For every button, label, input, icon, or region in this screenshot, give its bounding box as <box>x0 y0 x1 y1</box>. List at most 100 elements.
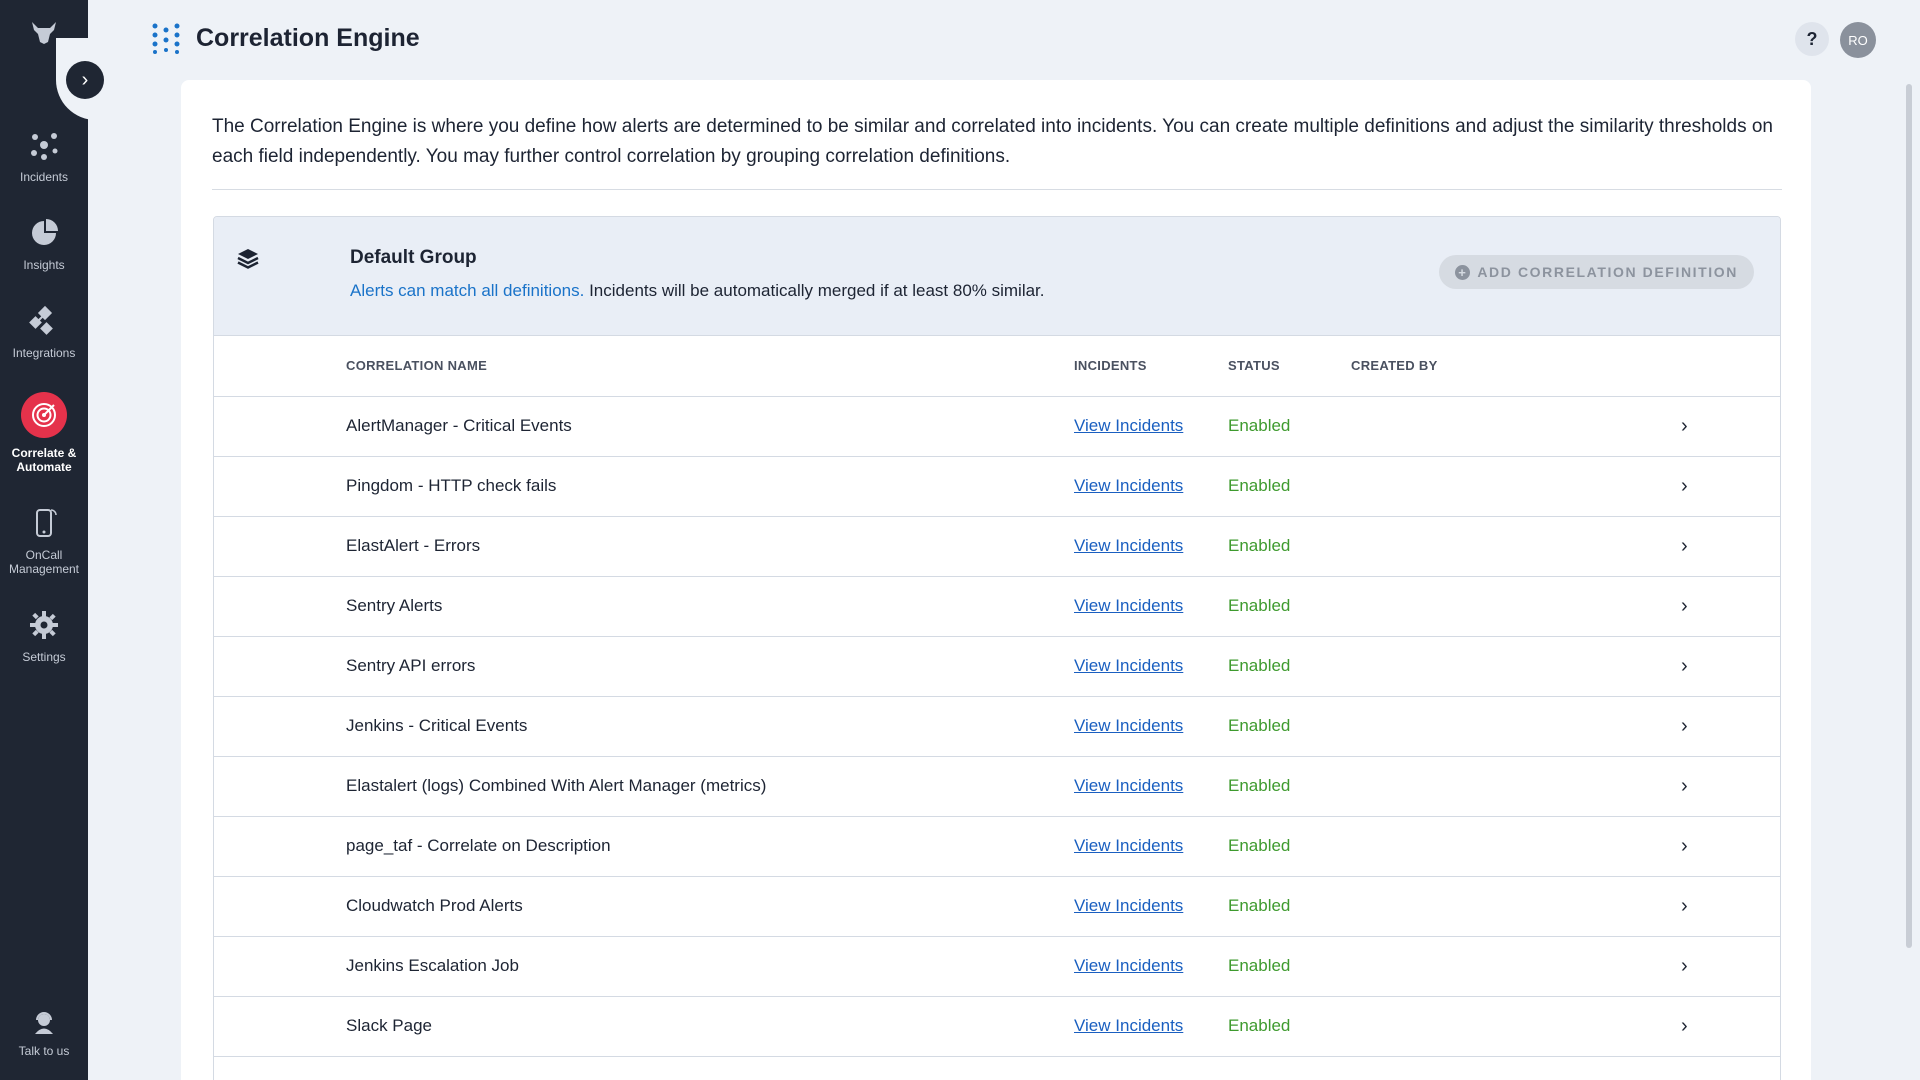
chevron-right-icon[interactable]: › <box>1681 475 1688 497</box>
avatar[interactable]: RO <box>1840 22 1876 58</box>
chevron-right-icon[interactable]: › <box>1681 955 1688 977</box>
table-header-row: CORRELATION NAME INCIDENTS STATUS CREATE… <box>214 336 1780 397</box>
add-button-label: ADD CORRELATION DEFINITION <box>1477 264 1738 280</box>
add-correlation-definition-button[interactable]: + ADD CORRELATION DEFINITION <box>1439 255 1754 289</box>
view-incidents-link[interactable]: View Incidents <box>1074 536 1183 555</box>
table-row[interactable]: Slack Page View Incidents Enabled › <box>214 996 1780 1057</box>
correlation-name: ElastAlert - Errors <box>214 516 1074 577</box>
integrations-icon <box>27 304 61 338</box>
chevron-right-icon[interactable]: › <box>1681 535 1688 557</box>
view-incidents-link[interactable]: View Incidents <box>1074 596 1183 615</box>
correlation-name: page_taf - Correlate on Description <box>214 816 1074 877</box>
sidebar-item-settings[interactable]: Settings <box>0 608 88 664</box>
correlation-group: Default Group Alerts can match all defin… <box>213 216 1781 1080</box>
table-row[interactable]: page_taf - Correlate on Description View … <box>214 816 1780 877</box>
table-row[interactable]: Jenkins - Critical Events View Incidents E… <box>214 696 1780 757</box>
chevron-right-icon[interactable]: › <box>1681 715 1688 737</box>
status-text: Enabled <box>1228 996 1351 1057</box>
correlation-name: Jenkins - Critical Events <box>214 696 1074 757</box>
created-by <box>1351 696 1681 757</box>
view-incidents-link[interactable]: View Incidents <box>1074 956 1183 975</box>
table-row[interactable]: Pingdom - HTTP check fails View Incidents… <box>214 456 1780 517</box>
sidebar-item-oncall[interactable]: OnCall Management <box>0 506 88 576</box>
chevron-right-icon[interactable]: › <box>1681 835 1688 857</box>
sidebar-nav: Incidents Insights Integrations Correlat… <box>0 128 88 696</box>
correlation-name: Slack Page <box>214 996 1074 1057</box>
scrollbar[interactable] <box>1906 84 1912 948</box>
group-description: Alerts can match all definitions. Incide… <box>350 281 1045 301</box>
sidebar-item-label: Insights <box>23 258 65 272</box>
pie-chart-icon <box>27 216 61 250</box>
status-text: Enabled <box>1228 516 1351 577</box>
group-title: Default Group <box>350 247 477 268</box>
table-row[interactable]: Jenkins Escalation Job View Incidents Enab… <box>214 936 1780 997</box>
sidebar-item-label: Settings <box>22 650 66 664</box>
incidents-icon <box>27 128 61 162</box>
table-row[interactable]: AlertManager - Critical Events View Incid… <box>214 396 1780 457</box>
view-incidents-link[interactable]: View Incidents <box>1074 776 1183 795</box>
chevron-right-icon[interactable]: › <box>1681 655 1688 677</box>
sidebar-item-label: Correlate & Automate <box>11 446 77 474</box>
status-text: Enabled <box>1228 636 1351 697</box>
view-incidents-link[interactable]: View Incidents <box>1074 716 1183 735</box>
table-row[interactable]: Elastalert (logs) Combined With Alert Ma… <box>214 756 1780 817</box>
expand-sidebar-button[interactable]: › <box>66 61 104 99</box>
correlation-name: Sentry API errors <box>214 636 1074 697</box>
phone-icon <box>27 506 61 540</box>
created-by <box>1351 816 1681 877</box>
layers-icon <box>237 249 259 269</box>
column-header-name[interactable]: CORRELATION NAME <box>214 336 1074 397</box>
chevron-right-icon[interactable]: › <box>1681 415 1688 437</box>
view-incidents-link[interactable]: View Incidents <box>1074 1016 1183 1035</box>
table-row[interactable]: ElastAlert - Errors View Incidents Enabled… <box>214 516 1780 577</box>
correlation-name: Cloudwatch Prod Alerts <box>214 876 1074 937</box>
status-text: Enabled <box>1228 456 1351 517</box>
view-incidents-link[interactable]: View Incidents <box>1074 656 1183 675</box>
correlation-engine-icon <box>152 23 180 54</box>
correlation-name: Sentry Alerts <box>214 576 1074 637</box>
plus-circle-icon: + <box>1455 264 1471 280</box>
created-by <box>1351 996 1681 1057</box>
status-text: Enabled <box>1228 876 1351 937</box>
chevron-right-icon: › <box>81 68 89 91</box>
view-incidents-link[interactable]: View Incidents <box>1074 476 1183 495</box>
table-body: AlertManager - Critical Events View Incid… <box>214 396 1780 1057</box>
view-incidents-link[interactable]: View Incidents <box>1074 416 1183 435</box>
main-card: The Correlation Engine is where you defi… <box>181 80 1811 1080</box>
created-by <box>1351 876 1681 937</box>
status-text: Enabled <box>1228 696 1351 757</box>
created-by <box>1351 456 1681 517</box>
correlation-name: Jenkins Escalation Job <box>214 936 1074 997</box>
sidebar-item-label: Incidents <box>19 170 69 184</box>
intro-text: The Correlation Engine is where you defi… <box>212 116 1773 167</box>
page-title: Correlation Engine <box>196 23 420 52</box>
talk-to-us[interactable]: Talk to us <box>0 1010 88 1058</box>
table-row[interactable]: Cloudwatch Prod Alerts View Incidents Enab… <box>214 876 1780 937</box>
chevron-right-icon[interactable]: › <box>1681 1015 1688 1037</box>
view-incidents-link[interactable]: View Incidents <box>1074 896 1183 915</box>
status-text: Enabled <box>1228 936 1351 997</box>
view-incidents-link[interactable]: View Incidents <box>1074 836 1183 855</box>
column-header-status[interactable]: STATUS <box>1228 336 1351 397</box>
table-row[interactable]: Sentry API errors View Incidents Enabled › <box>214 636 1780 697</box>
status-text: Enabled <box>1228 576 1351 637</box>
column-header-actions <box>1681 336 1780 397</box>
chevron-right-icon[interactable]: › <box>1681 895 1688 917</box>
sidebar-item-integrations[interactable]: Integrations <box>0 304 88 360</box>
status-text: Enabled <box>1228 756 1351 817</box>
help-button[interactable]: ? <box>1795 22 1829 56</box>
sidebar-item-incidents[interactable]: Incidents <box>0 128 88 184</box>
column-header-incidents[interactable]: INCIDENTS <box>1074 336 1228 397</box>
correlation-name: AlertManager - Critical Events <box>214 396 1074 457</box>
column-header-created-by[interactable]: CREATED BY <box>1351 336 1681 397</box>
sidebar-item-insights[interactable]: Insights <box>0 216 88 272</box>
sidebar-item-correlate-automate[interactable]: Correlate & Automate <box>0 392 88 474</box>
table-row[interactable]: Sentry Alerts View Incidents Enabled › <box>214 576 1780 637</box>
page-header: Correlation Engine <box>150 22 420 54</box>
chevron-right-icon[interactable]: › <box>1681 775 1688 797</box>
sidebar: Incidents Insights Integrations Correlat… <box>0 0 88 1080</box>
match-definitions-link[interactable]: Alerts can match all definitions. <box>350 281 584 300</box>
correlation-table: CORRELATION NAME INCIDENTS STATUS CREATE… <box>214 336 1780 1057</box>
chevron-right-icon[interactable]: › <box>1681 595 1688 617</box>
created-by <box>1351 636 1681 697</box>
